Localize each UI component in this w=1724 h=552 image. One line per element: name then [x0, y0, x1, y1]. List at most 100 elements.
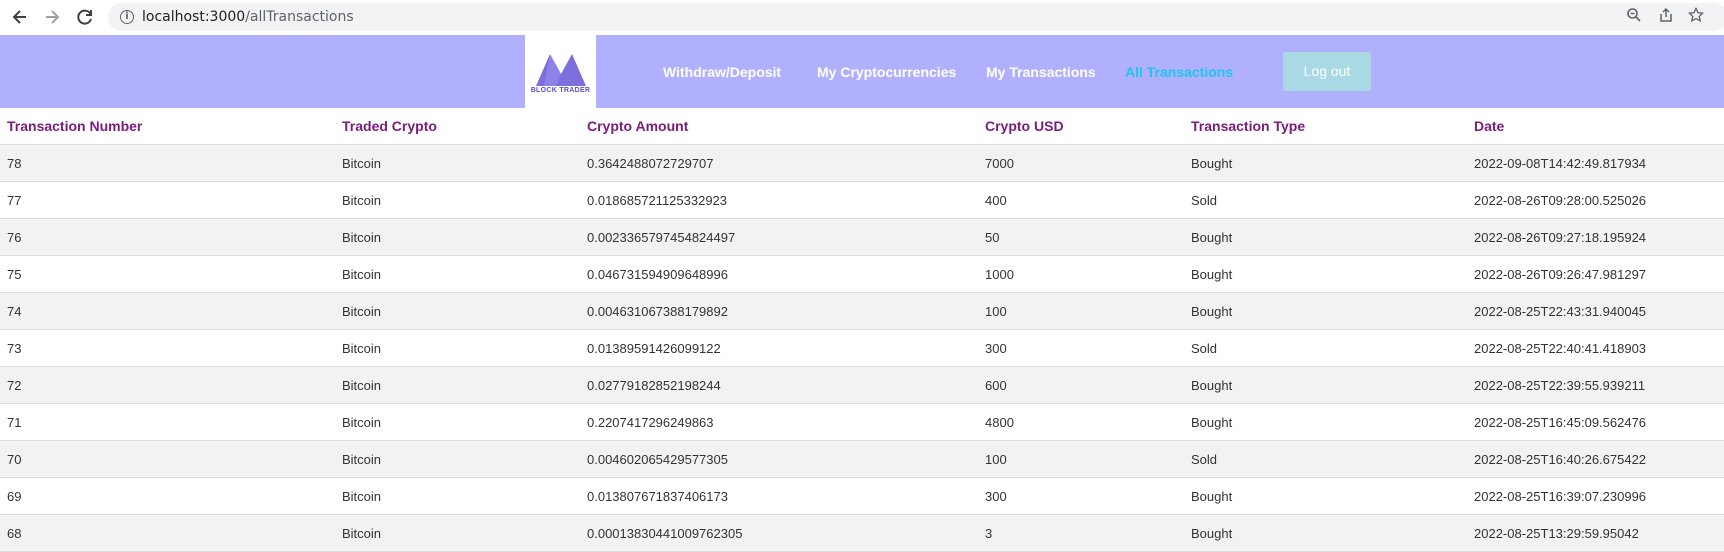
logo-text: BLOCK TRADER — [530, 87, 591, 94]
table-row: 73 Bitcoin 0.01389591426099122 300 Sold 2022-… — [0, 330, 1724, 367]
cell-transaction-number: 77 — [7, 193, 22, 208]
cell-transaction-number: 72 — [7, 378, 22, 393]
share-icon[interactable] — [1656, 7, 1676, 27]
cell-crypto-usd: 50 — [985, 230, 1000, 245]
logo[interactable]: BLOCK TRADER — [525, 35, 596, 108]
url-text: localhost:3000/allTransactions — [142, 9, 354, 25]
cell-traded-crypto: Bitcoin — [342, 304, 382, 319]
nav-my-cryptocurrencies[interactable]: My Cryptocurrencies — [817, 64, 956, 80]
cell-traded-crypto: Bitcoin — [342, 489, 382, 504]
back-arrow-icon[interactable] — [9, 6, 31, 28]
cell-traded-crypto: Bitcoin — [342, 378, 382, 393]
table-row: 77 Bitcoin 0.018685721125332923 400 Sold 2022… — [0, 182, 1724, 219]
cell-transaction-number: 69 — [7, 489, 22, 504]
cell-transaction-type: Bought — [1191, 230, 1233, 245]
cell-crypto-amount: 0.046731594909648996 — [587, 267, 728, 282]
cell-transaction-type: Bought — [1191, 156, 1233, 171]
cell-date: 2022-08-26T09:27:18.195924 — [1474, 230, 1647, 245]
cell-date: 2022-08-25T16:45:09.562476 — [1474, 415, 1647, 430]
cell-crypto-usd: 100 — [985, 452, 1007, 467]
cell-crypto-amount: 0.3642488072729707 — [587, 156, 714, 171]
cell-crypto-usd: 1000 — [985, 267, 1014, 282]
cell-date: 2022-08-25T22:43:31.940045 — [1474, 304, 1647, 319]
column-header-traded-crypto: Traded Crypto — [342, 118, 437, 134]
cell-traded-crypto: Bitcoin — [342, 452, 382, 467]
cell-transaction-number: 78 — [7, 156, 22, 171]
column-header-transaction-type: Transaction Type — [1191, 118, 1306, 134]
cell-transaction-number: 68 — [7, 526, 22, 541]
cell-transaction-type: Sold — [1191, 193, 1218, 208]
cell-transaction-type: Sold — [1191, 452, 1218, 467]
logout-button[interactable]: Log out — [1283, 52, 1371, 91]
cell-traded-crypto: Bitcoin — [342, 341, 382, 356]
zoom-icon[interactable] — [1624, 7, 1644, 27]
cell-date: 2022-08-26T09:28:00.525026 — [1474, 193, 1647, 208]
table-row: 75 Bitcoin 0.046731594909648996 1000 Bought 2… — [0, 256, 1724, 293]
cell-date: 2022-08-25T13:29:59.95042 — [1474, 526, 1639, 541]
cell-crypto-usd: 600 — [985, 378, 1007, 393]
nav-withdraw-deposit[interactable]: Withdraw/Deposit — [663, 64, 781, 80]
cell-traded-crypto: Bitcoin — [342, 193, 382, 208]
cell-traded-crypto: Bitcoin — [342, 267, 382, 282]
cell-date: 2022-08-26T09:26:47.981297 — [1474, 267, 1647, 282]
cell-traded-crypto: Bitcoin — [342, 156, 382, 171]
cell-transaction-type: Sold — [1191, 341, 1218, 356]
cell-transaction-type: Bought — [1191, 489, 1233, 504]
cell-transaction-number: 76 — [7, 230, 22, 245]
cell-transaction-number: 70 — [7, 452, 22, 467]
cell-crypto-amount: 0.0023365797454824497 — [587, 230, 736, 245]
cell-transaction-type: Bought — [1191, 415, 1233, 430]
forward-arrow-icon[interactable] — [41, 6, 63, 28]
table-row: 72 Bitcoin 0.02779182852198244 600 Bought 202… — [0, 367, 1724, 404]
table-row: 76 Bitcoin 0.0023365797454824497 50 Bought 20… — [0, 219, 1724, 256]
cell-date: 2022-08-25T22:40:41.418903 — [1474, 341, 1647, 356]
cell-crypto-usd: 3 — [985, 526, 993, 541]
cell-crypto-amount: 0.018685721125332923 — [587, 193, 728, 208]
cell-transaction-type: Bought — [1191, 526, 1233, 541]
reload-icon[interactable] — [74, 6, 96, 28]
cell-crypto-usd: 7000 — [985, 156, 1014, 171]
cell-crypto-usd: 300 — [985, 341, 1007, 356]
cell-crypto-amount: 0.004602065429577305 — [587, 452, 728, 467]
cell-crypto-amount: 0.013807671837406173 — [587, 489, 728, 504]
bookmark-star-icon[interactable] — [1686, 6, 1706, 27]
column-header-transaction-number: Transaction Number — [7, 118, 143, 134]
cell-date: 2022-08-25T16:39:07.230996 — [1474, 489, 1647, 504]
column-header-crypto-usd: Crypto USD — [985, 118, 1064, 134]
logo-mountain-icon — [536, 54, 586, 86]
cell-crypto-usd: 300 — [985, 489, 1007, 504]
cell-traded-crypto: Bitcoin — [342, 230, 382, 245]
cell-date: 2022-09-08T14:42:49.817934 — [1474, 156, 1647, 171]
column-header-crypto-amount: Crypto Amount — [587, 118, 689, 134]
cell-crypto-amount: 0.01389591426099122 — [587, 341, 721, 356]
nav-my-transactions[interactable]: My Transactions — [986, 64, 1096, 80]
cell-traded-crypto: Bitcoin — [342, 415, 382, 430]
cell-transaction-type: Bought — [1191, 378, 1233, 393]
table-header: Transaction Number Traded Crypto Crypto … — [0, 108, 1724, 145]
table-row: 69 Bitcoin 0.013807671837406173 300 Bought 20… — [0, 478, 1724, 515]
address-bar[interactable]: i localhost:3000/allTransactions — [108, 3, 1724, 31]
column-header-date: Date — [1474, 118, 1505, 134]
table-row: 78 Bitcoin 0.3642488072729707 7000 Bought 202… — [0, 145, 1724, 182]
cell-crypto-amount: 0.02779182852198244 — [587, 378, 721, 393]
cell-crypto-usd: 400 — [985, 193, 1007, 208]
cell-transaction-number: 71 — [7, 415, 22, 430]
cell-crypto-amount: 0.2207417296249863 — [587, 415, 714, 430]
cell-crypto-usd: 4800 — [985, 415, 1014, 430]
site-info-icon[interactable]: i — [120, 10, 134, 24]
cell-transaction-number: 73 — [7, 341, 22, 356]
transactions-table: Transaction Number Traded Crypto Crypto … — [0, 108, 1724, 552]
table-row: 71 Bitcoin 0.2207417296249863 4800 Bought 202… — [0, 404, 1724, 441]
cell-date: 2022-08-25T16:40:26.675422 — [1474, 452, 1647, 467]
table-row: 74 Bitcoin 0.004631067388179892 100 Bought 20… — [0, 293, 1724, 330]
cell-transaction-type: Bought — [1191, 304, 1233, 319]
cell-crypto-usd: 100 — [985, 304, 1007, 319]
app-header: BLOCK TRADER Withdraw/Deposit My Cryptoc… — [0, 35, 1724, 108]
nav-all-transactions[interactable]: All Transactions — [1125, 64, 1233, 80]
cell-transaction-number: 74 — [7, 304, 22, 319]
table-row: 68 Bitcoin 0.00013830441009762305 3 Bought 20… — [0, 515, 1724, 552]
cell-crypto-amount: 0.004631067388179892 — [587, 304, 728, 319]
cell-date: 2022-08-25T22:39:55.939211 — [1474, 378, 1646, 393]
cell-transaction-number: 75 — [7, 267, 22, 282]
table-body: 78 Bitcoin 0.3642488072729707 7000 Bought 202… — [0, 145, 1724, 552]
